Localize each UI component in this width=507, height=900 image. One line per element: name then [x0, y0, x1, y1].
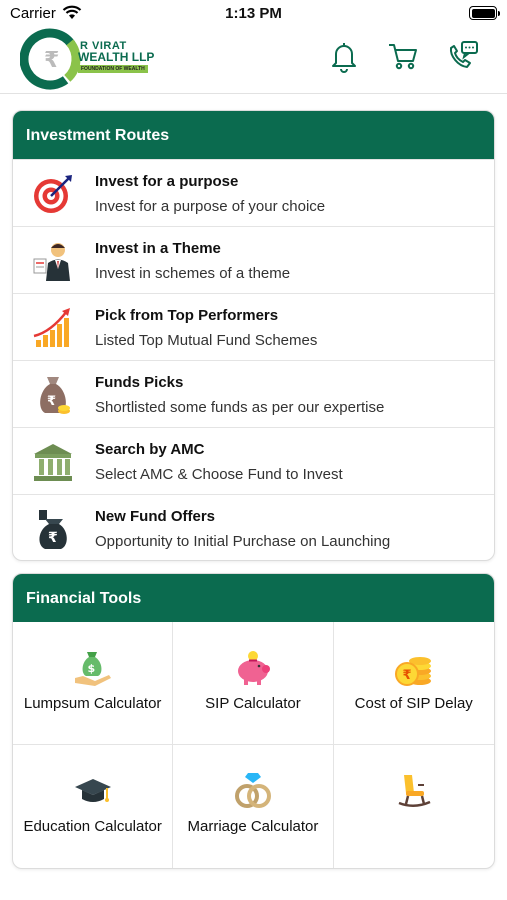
app-header: ₹ R VIRAT WEALTH LLP FOUNDATION OF WEALT…	[0, 26, 507, 94]
cart-icon[interactable]	[386, 39, 420, 73]
growth-chart-icon	[31, 306, 75, 350]
tool-lumpsum-calculator[interactable]: $ Lumpsum Calculator	[13, 622, 174, 745]
svg-text:₹: ₹	[48, 530, 58, 546]
route-subtitle: Invest for a purpose of your choice	[95, 198, 326, 215]
route-top-performers[interactable]: Pick from Top Performers Listed Top Mutu…	[13, 293, 494, 360]
rocking-chair-icon	[394, 771, 434, 811]
logo-mark-icon: ₹	[20, 28, 81, 90]
route-title: Pick from Top Performers	[95, 307, 279, 324]
route-funds-picks[interactable]: ₹ Funds Picks Shortlisted some funds as …	[13, 360, 494, 427]
route-title: Invest for a purpose	[95, 173, 239, 190]
tool-cost-of-sip-delay[interactable]: ₹ Cost of SIP Delay	[333, 622, 494, 745]
financial-tools-grid: $ Lumpsum Calculator SIP Calculator ₹ Co…	[13, 622, 494, 868]
logo-tagline: FOUNDATION OF WEALTH	[78, 65, 148, 73]
tool-label: Cost of SIP Delay	[354, 695, 473, 712]
piggy-bank-icon	[233, 648, 273, 688]
financial-tools-title: Financial Tools	[13, 574, 494, 622]
svg-text:₹: ₹	[47, 394, 56, 409]
route-subtitle: Select AMC & Choose Fund to Invest	[95, 466, 343, 483]
tool-education-calculator[interactable]: Education Calculator	[13, 745, 174, 868]
route-title: Funds Picks	[95, 374, 184, 391]
tool-label: Education Calculator	[23, 818, 162, 835]
tool-sip-calculator[interactable]: SIP Calculator	[173, 622, 334, 745]
money-hand-icon: $	[73, 648, 113, 688]
tool-label: Lumpsum Calculator	[23, 695, 162, 712]
svg-text:$: $	[87, 662, 95, 675]
battery-icon	[469, 6, 500, 20]
svg-text:₹: ₹	[44, 48, 59, 73]
bank-icon	[31, 440, 75, 484]
route-search-by-amc[interactable]: Search by AMC Select AMC & Choose Fund t…	[13, 427, 494, 494]
tool-retirement-calculator[interactable]	[334, 745, 494, 868]
route-subtitle: Shortlisted some funds as per our expert…	[95, 399, 385, 416]
clock: 1:13 PM	[225, 5, 282, 22]
route-title: Search by AMC	[95, 441, 205, 458]
financial-tools-card: Financial Tools $ Lumpsum Calculator SIP…	[12, 573, 495, 869]
tool-label: Marriage Calculator	[187, 818, 319, 835]
coins-icon: ₹	[394, 648, 434, 688]
route-subtitle: Listed Top Mutual Fund Schemes	[95, 332, 318, 349]
status-bar: Carrier 1:13 PM	[0, 0, 507, 26]
tool-label: SIP Calculator	[205, 695, 301, 712]
route-subtitle: Opportunity to Initial Purchase on Launc…	[95, 533, 391, 550]
rings-icon	[233, 771, 273, 811]
svg-text:₹: ₹	[402, 668, 411, 683]
route-title: New Fund Offers	[95, 508, 216, 525]
logo-name-line2: WEALTH LLP	[78, 50, 155, 64]
route-subtitle: Invest in schemes of a theme	[95, 265, 291, 282]
route-invest-in-theme[interactable]: Invest in a Theme Invest in schemes of a…	[13, 226, 494, 293]
chat-phone-icon[interactable]	[445, 39, 479, 73]
bell-icon[interactable]	[327, 39, 361, 73]
businessman-icon	[31, 239, 75, 283]
money-bag-icon: ₹	[31, 373, 75, 417]
investment-routes-card: Investment Routes Invest for a purpose I…	[12, 110, 495, 561]
target-icon	[31, 172, 75, 216]
company-logo[interactable]: ₹ R VIRAT WEALTH LLP FOUNDATION OF WEALT…	[20, 28, 160, 90]
route-invest-for-purpose[interactable]: Invest for a purpose Invest for a purpos…	[13, 159, 494, 226]
tool-marriage-calculator[interactable]: Marriage Calculator	[173, 745, 334, 868]
route-title: Invest in a Theme	[95, 240, 221, 257]
route-new-fund-offers[interactable]: ₹ New Fund Offers Opportunity to Initial…	[13, 494, 494, 560]
rupee-bag-icon: ₹	[31, 507, 75, 551]
graduation-cap-icon	[73, 771, 113, 811]
investment-routes-title: Investment Routes	[13, 111, 494, 159]
